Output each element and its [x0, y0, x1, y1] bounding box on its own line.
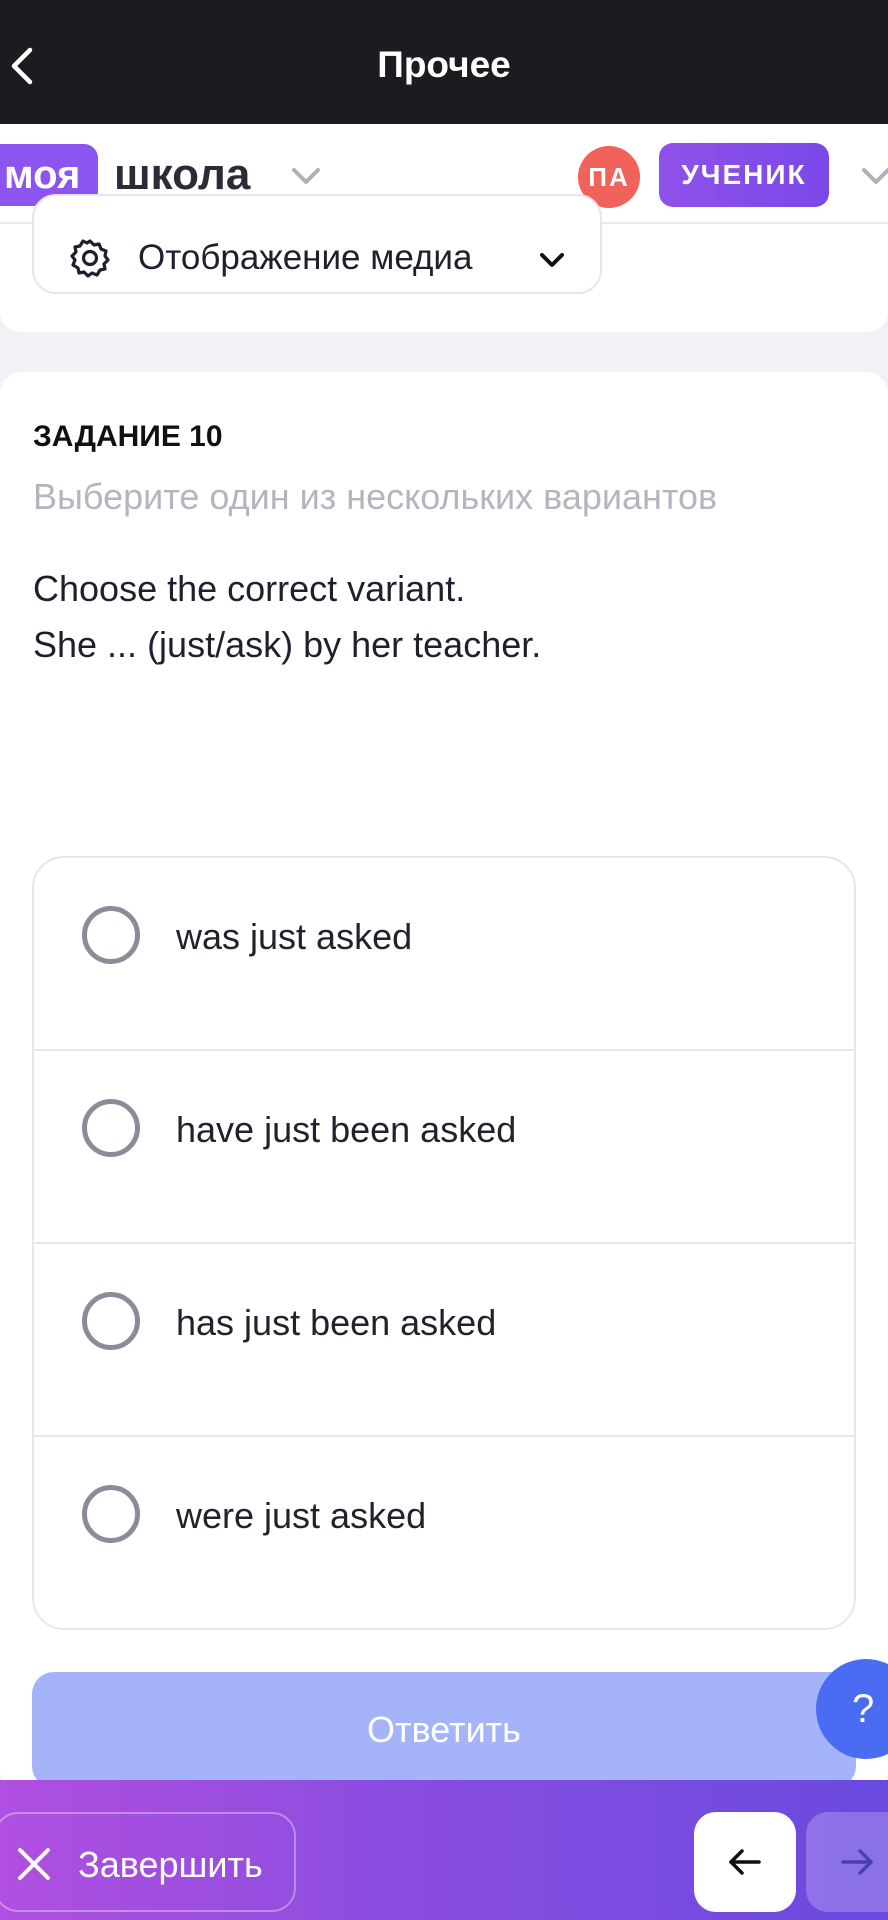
media-display-dropdown[interactable]: Отображение медиа	[32, 194, 602, 294]
answer-options: was just asked have just been asked has …	[32, 856, 856, 1630]
radio-button[interactable]	[82, 1292, 140, 1350]
answer-option-label: was just asked	[176, 916, 413, 957]
finish-button[interactable]: Завершить	[0, 1812, 296, 1912]
task-title: ЗАДАНИЕ 10	[33, 420, 223, 453]
top-bar: Прочее	[0, 0, 888, 124]
answer-button[interactable]: Ответить	[32, 1672, 856, 1788]
question-text-line-2: She ... (just/ask) by her teacher.	[33, 624, 542, 665]
radio-button[interactable]	[82, 1485, 140, 1543]
arrow-left-icon	[729, 1849, 761, 1875]
answer-option[interactable]: was just asked	[34, 858, 854, 1051]
answer-option-label: were just asked	[176, 1495, 427, 1536]
arrow-right-icon	[841, 1849, 873, 1875]
role-badge[interactable]: УЧЕНИК	[659, 143, 829, 207]
chevron-down-icon	[540, 253, 564, 267]
answer-option-label: has just been asked	[176, 1302, 497, 1343]
previous-task-button[interactable]	[694, 1812, 796, 1912]
next-task-button[interactable]	[806, 1812, 888, 1912]
gear-icon	[70, 239, 110, 278]
answer-option[interactable]: were just asked	[34, 1437, 854, 1628]
media-section: Отображение медиа	[0, 194, 888, 332]
answer-option-label: have just been asked	[176, 1109, 517, 1150]
media-display-label: Отображение медиа	[138, 238, 473, 277]
task-instruction: Выберите один из нескольких вариантов	[33, 476, 718, 517]
radio-button[interactable]	[82, 906, 140, 964]
page: Прочее моя школа ПА УЧЕНИК Отображение м…	[0, 0, 888, 1920]
chevron-down-icon[interactable]	[858, 158, 888, 194]
answer-option[interactable]: has just been asked	[34, 1244, 854, 1437]
finish-label: Завершить	[78, 1844, 263, 1885]
radio-button[interactable]	[82, 1099, 140, 1157]
answer-option[interactable]: have just been asked	[34, 1051, 854, 1244]
chevron-down-icon[interactable]	[288, 158, 324, 194]
screen-title: Прочее	[377, 44, 511, 85]
task-card: ЗАДАНИЕ 10 Выберите один из нескольких в…	[0, 372, 888, 1792]
question-text-line-1: Choose the correct variant.	[33, 568, 466, 609]
close-icon	[18, 1848, 50, 1880]
bottom-bar: Завершить	[0, 1780, 888, 1920]
